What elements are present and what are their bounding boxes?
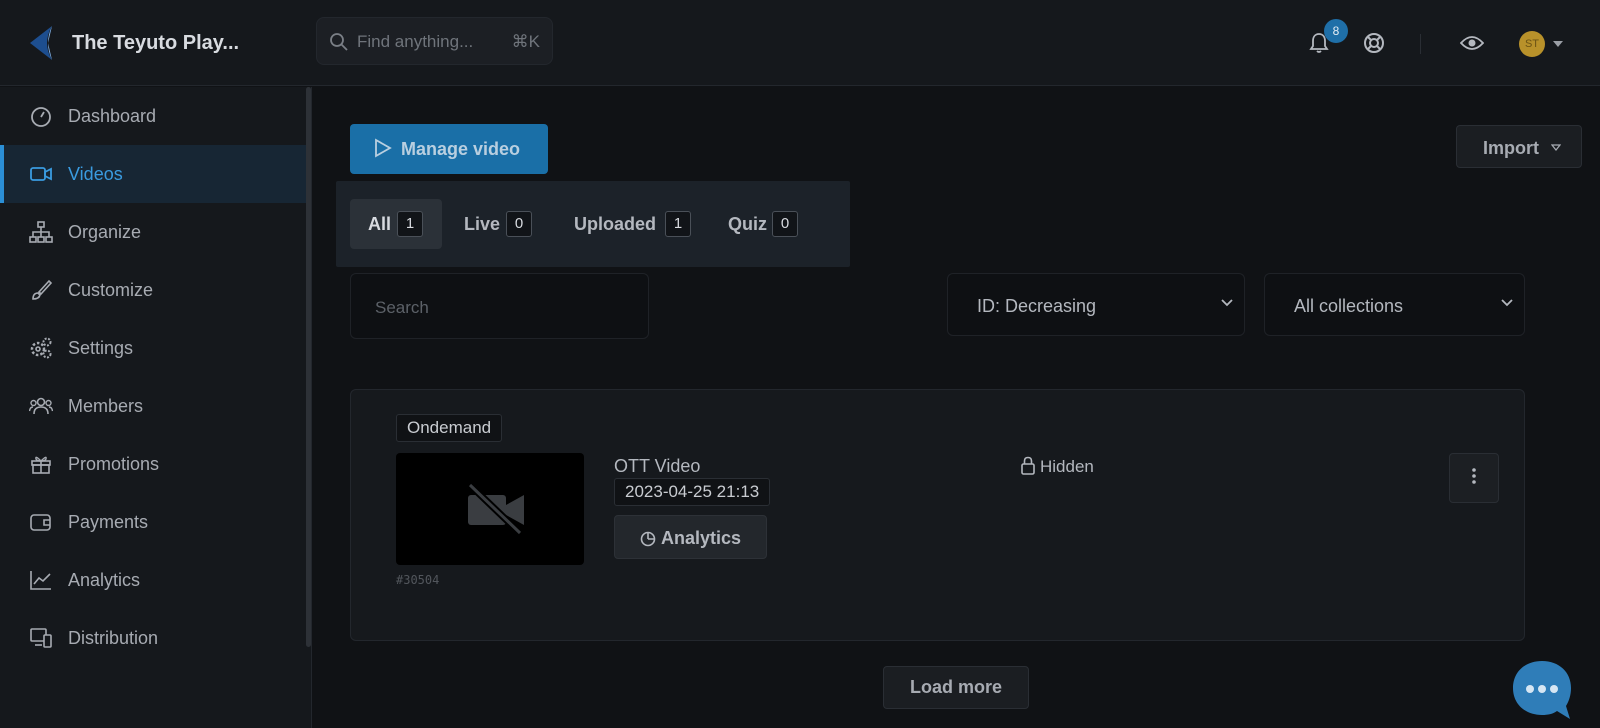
search-placeholder: Search	[375, 298, 429, 317]
chevron-down-icon	[1221, 299, 1233, 307]
manage-video-label: Manage video	[401, 139, 521, 159]
manage-video-button[interactable]: Manage video	[350, 124, 548, 174]
top-bar: The Teyuto Play... Find anything... ⌘K 8…	[0, 0, 1600, 86]
sidebar-item-label: Dashboard	[68, 106, 157, 126]
sidebar-item-organize[interactable]: Organize	[0, 203, 306, 261]
video-id: #30504	[396, 573, 440, 587]
tab-count-badge: 1	[397, 211, 423, 237]
caret-down-icon	[1551, 144, 1561, 151]
import-label: Import	[1483, 138, 1539, 158]
collection-select[interactable]: All collections	[1264, 273, 1525, 336]
wallet-icon	[30, 514, 51, 531]
brush-icon	[32, 279, 53, 300]
eye-icon[interactable]	[1460, 35, 1484, 51]
visibility-label: Hidden	[1040, 457, 1094, 476]
video-date: 2023-04-25 21:13	[614, 478, 771, 506]
sort-value: ID: Decreasing	[977, 296, 1097, 316]
tab-uploaded[interactable]: Uploaded 1	[558, 199, 704, 249]
gauge-icon	[31, 107, 51, 127]
analytics-label: Analytics	[661, 528, 742, 548]
sidebar-item-label: Distribution	[68, 628, 159, 648]
gift-icon	[31, 456, 51, 474]
tab-live[interactable]: Live 0	[450, 199, 550, 249]
tab-quiz[interactable]: Quiz 0	[712, 199, 816, 249]
sidebar-item-payments[interactable]: Payments	[0, 493, 306, 551]
play-icon	[375, 138, 392, 158]
notification-badge: 8	[1324, 19, 1348, 43]
sidebar-item-label: Payments	[68, 512, 149, 532]
gears-icon	[30, 337, 52, 359]
help-lifebuoy-icon[interactable]	[1363, 32, 1385, 54]
tab-count-badge: 1	[665, 211, 691, 237]
search-placeholder: Find anything...	[357, 32, 474, 51]
sidebar: Dashboard Videos Organize Customize Sett…	[0, 87, 312, 728]
tab-count-badge: 0	[772, 211, 798, 237]
load-more-button[interactable]: Load more	[883, 666, 1029, 709]
sidebar-item-settings[interactable]: Settings	[0, 319, 306, 377]
users-icon	[29, 397, 53, 415]
tab-label: All	[368, 214, 392, 234]
sidebar-item-distribution[interactable]: Distribution	[0, 609, 306, 667]
video-off-icon	[467, 483, 524, 535]
sidebar-item-label: Organize	[68, 222, 142, 242]
global-search[interactable]: Find anything... ⌘K	[316, 17, 553, 65]
import-button[interactable]: Import	[1456, 125, 1582, 168]
sidebar-item-label: Promotions	[68, 454, 160, 474]
sidebar-item-promotions[interactable]: Promotions	[0, 435, 306, 493]
sidebar-scrollbar[interactable]	[306, 87, 311, 647]
video-title[interactable]: OTT Video	[614, 456, 700, 477]
pie-chart-icon	[640, 531, 656, 547]
video-search-input[interactable]: Search	[350, 273, 649, 339]
video-card: Ondemand #30504 OTT Video 2023-04-25 21:…	[350, 389, 1525, 641]
video-type-tabs: All 1 Live 0 Uploaded 1 Quiz 0	[336, 181, 850, 267]
video-camera-icon	[30, 167, 52, 181]
kebab-menu-icon	[1472, 468, 1476, 484]
user-avatar[interactable]: ST	[1519, 31, 1545, 57]
sidebar-item-label: Videos	[68, 164, 123, 184]
tab-label: Quiz	[728, 214, 767, 234]
tab-label: Uploaded	[574, 214, 657, 234]
tab-all[interactable]: All 1	[350, 199, 442, 249]
sidebar-item-label: Members	[68, 396, 144, 416]
sidebar-item-label: Settings	[68, 338, 134, 358]
video-type-tag: Ondemand	[396, 414, 503, 442]
sidebar-item-label: Analytics	[68, 570, 141, 590]
tab-label: Live	[464, 214, 501, 234]
sidebar-item-dashboard[interactable]: Dashboard	[0, 87, 306, 145]
sidebar-item-analytics[interactable]: Analytics	[0, 551, 306, 609]
lock-icon	[1021, 456, 1035, 475]
video-analytics-button[interactable]: Analytics	[614, 515, 767, 559]
video-more-options-button[interactable]	[1449, 453, 1499, 503]
chat-support-icon[interactable]	[1510, 658, 1574, 722]
chevron-down-icon	[1501, 299, 1513, 307]
devices-icon	[30, 628, 52, 648]
tab-count-badge: 0	[506, 211, 532, 237]
line-chart-icon	[30, 571, 51, 590]
sidebar-item-videos[interactable]: Videos	[0, 145, 306, 203]
collection-value: All collections	[1294, 296, 1404, 316]
sidebar-item-label: Customize	[68, 280, 154, 300]
header-divider	[1420, 34, 1421, 54]
app-logo-icon[interactable]	[26, 24, 56, 62]
video-thumbnail[interactable]	[396, 453, 584, 565]
sidebar-item-members[interactable]: Members	[0, 377, 306, 435]
search-shortcut: ⌘K	[511, 32, 540, 51]
sidebar-item-customize[interactable]: Customize	[0, 261, 306, 319]
caret-down-icon[interactable]	[1553, 41, 1563, 47]
sitemap-icon	[29, 221, 53, 243]
sort-select[interactable]: ID: Decreasing	[947, 273, 1245, 336]
search-icon	[330, 33, 348, 51]
app-title[interactable]: The Teyuto Play...	[72, 32, 239, 55]
